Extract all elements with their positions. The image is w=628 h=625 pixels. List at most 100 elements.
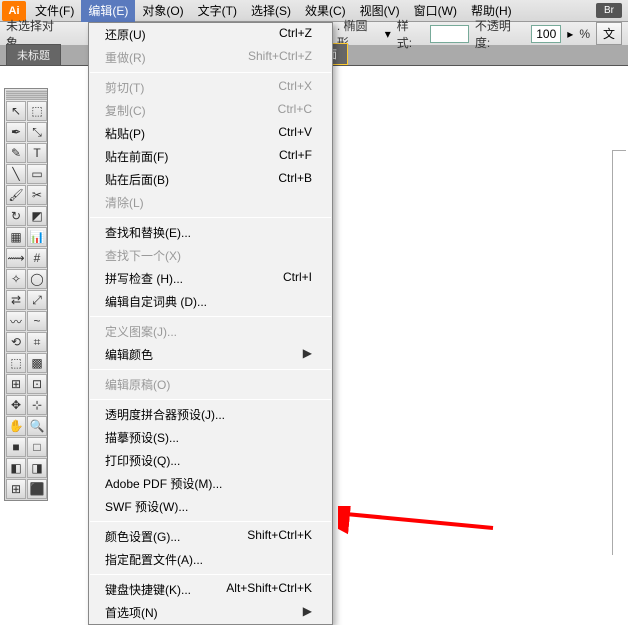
- tool-33[interactable]: □: [27, 437, 47, 457]
- menu-entry-shortcut: Shift+Ctrl+Z: [248, 49, 312, 66]
- percent-label: %: [579, 27, 590, 41]
- menu-entry-shortcut: Ctrl+B: [278, 171, 312, 188]
- menu-entry-11: 查找下一个(X): [89, 244, 332, 267]
- edit-menu-dropdown: 还原(U)Ctrl+Z 重做(R) Shift+Ctrl+Z 剪切(T)Ctrl+X 复…: [88, 22, 333, 625]
- menu-entry-23[interactable]: Adobe PDF 预设(M)...: [89, 472, 332, 495]
- menu-entry-0[interactable]: 还原(U)Ctrl+Z: [89, 23, 332, 46]
- menu-separator: [90, 574, 331, 575]
- tool-8[interactable]: 🖌: [6, 185, 26, 205]
- tool-9[interactable]: ✂: [27, 185, 47, 205]
- menu-separator: [90, 72, 331, 73]
- menu-entry-10[interactable]: 查找和替换(E)...: [89, 221, 332, 244]
- menu-entry-24[interactable]: SWF 预设(W)...: [89, 495, 332, 518]
- menu-entry-27[interactable]: 指定配置文件(A)...: [89, 548, 332, 571]
- menu-entry-shortcut: Ctrl+I: [283, 270, 312, 287]
- tool-26[interactable]: ⊞: [6, 374, 26, 394]
- menu-separator: [90, 399, 331, 400]
- menu-entry-shortcut: Ctrl+V: [278, 125, 312, 142]
- menu-entry-5[interactable]: 粘贴(P)Ctrl+V: [89, 122, 332, 145]
- menu-entry-18: 编辑原稿(O): [89, 373, 332, 396]
- menu-separator: [90, 316, 331, 317]
- tool-1[interactable]: ⬚: [27, 101, 47, 121]
- tool-25[interactable]: ▩: [27, 353, 47, 373]
- menu-entry-29[interactable]: 键盘快捷键(K)...Alt+Shift+Ctrl+K: [89, 578, 332, 601]
- tool-20[interactable]: 〰: [6, 311, 26, 331]
- tool-23[interactable]: ⌗: [27, 332, 47, 352]
- tool-28[interactable]: ✥: [6, 395, 26, 415]
- toolbox-handle[interactable]: [6, 90, 47, 100]
- menu-entry-label: 键盘快捷键(K)...: [105, 581, 191, 598]
- menu-entry-22[interactable]: 打印预设(Q)...: [89, 449, 332, 472]
- annotation-arrow: [338, 506, 498, 540]
- menu-entry-label: 查找下一个(X): [105, 247, 181, 264]
- style-dropdown[interactable]: [430, 25, 469, 43]
- tool-12[interactable]: ▦: [6, 227, 26, 247]
- menu-entry-label: 编辑自定词典 (D)...: [105, 293, 207, 310]
- style-label: 样式:: [397, 17, 424, 51]
- menu-entry-7[interactable]: 贴在后面(B)Ctrl+B: [89, 168, 332, 191]
- tool-31[interactable]: 🔍: [27, 416, 47, 436]
- tool-7[interactable]: ▭: [27, 164, 47, 184]
- tool-2[interactable]: ✒: [6, 122, 26, 142]
- tool-14[interactable]: ⟿: [6, 248, 26, 268]
- tool-32[interactable]: ■: [6, 437, 26, 457]
- tool-30[interactable]: ✋: [6, 416, 26, 436]
- menu-entry-3: 剪切(T)Ctrl+X: [89, 76, 332, 99]
- menu-separator: [90, 217, 331, 218]
- tool-34[interactable]: ◧: [6, 458, 26, 478]
- submenu-arrow-icon: ▶: [303, 346, 312, 363]
- menu-entry-12[interactable]: 拼写检查 (H)...Ctrl+I: [89, 267, 332, 290]
- menu-entry-label: 贴在前面(F): [105, 148, 168, 165]
- menu-entry-label: 清除(L): [105, 194, 144, 211]
- menu-entry-26[interactable]: 颜色设置(G)...Shift+Ctrl+K: [89, 525, 332, 548]
- tool-4[interactable]: ✎: [6, 143, 26, 163]
- document-tab[interactable]: 未标题: [6, 44, 61, 65]
- menu-entry-shortcut: Ctrl+Z: [279, 26, 312, 43]
- menu-entry-21[interactable]: 描摹预设(S)...: [89, 426, 332, 449]
- tool-36[interactable]: ⊞: [6, 479, 26, 499]
- menu-entry-label: 重做(R): [105, 49, 146, 66]
- menu-item-2[interactable]: 对象(O): [135, 0, 190, 22]
- menu-item-3[interactable]: 文字(T): [191, 0, 244, 22]
- tool-24[interactable]: ⬚: [6, 353, 26, 373]
- menu-entry-6[interactable]: 贴在前面(F) Ctrl+F: [89, 145, 332, 168]
- menu-item-4[interactable]: 选择(S): [244, 0, 298, 22]
- menu-item-1[interactable]: 编辑(E): [81, 0, 135, 22]
- tool-27[interactable]: ⊡: [27, 374, 47, 394]
- tool-10[interactable]: ↻: [6, 206, 26, 226]
- tool-19[interactable]: ⤢: [27, 290, 47, 310]
- menu-entry-20[interactable]: 透明度拼合器预设(J)...: [89, 403, 332, 426]
- text-button[interactable]: 文: [596, 22, 622, 45]
- tool-35[interactable]: ◨: [27, 458, 47, 478]
- opacity-input[interactable]: 100: [531, 25, 561, 43]
- tool-6[interactable]: ╲: [6, 164, 26, 184]
- tool-37[interactable]: ⬛: [27, 479, 47, 499]
- menu-entry-label: 复制(C): [105, 102, 146, 119]
- menubar: Ai 文件(F)编辑(E)对象(O)文字(T)选择(S)效果(C)视图(V)窗口…: [0, 0, 628, 22]
- menu-entry-16[interactable]: 编辑颜色▶: [89, 343, 332, 366]
- tool-22[interactable]: ⟲: [6, 332, 26, 352]
- tool-3[interactable]: ⤡: [27, 122, 47, 142]
- tool-0[interactable]: ↖: [6, 101, 26, 121]
- tool-21[interactable]: ~: [27, 311, 47, 331]
- menu-entry-shortcut: Ctrl+F: [279, 148, 312, 165]
- menu-entry-15: 定义图案(J)...: [89, 320, 332, 343]
- tool-18[interactable]: ⇄: [6, 290, 26, 310]
- menu-entry-label: 指定配置文件(A)...: [105, 551, 203, 568]
- chevron-down-icon[interactable]: ▾: [385, 27, 391, 41]
- menu-entry-label: 定义图案(J)...: [105, 323, 177, 340]
- tool-13[interactable]: 📊: [27, 227, 47, 247]
- tool-29[interactable]: ⊹: [27, 395, 47, 415]
- tool-15[interactable]: #: [27, 248, 47, 268]
- menu-separator: [90, 369, 331, 370]
- menu-entry-label: SWF 预设(W)...: [105, 498, 188, 515]
- opacity-label: 不透明度:: [475, 17, 525, 51]
- tool-5[interactable]: T: [27, 143, 47, 163]
- menu-entry-13[interactable]: 编辑自定词典 (D)...: [89, 290, 332, 313]
- tool-11[interactable]: ◩: [27, 206, 47, 226]
- menu-entry-30[interactable]: 首选项(N)▶: [89, 601, 332, 624]
- tool-16[interactable]: ✧: [6, 269, 26, 289]
- opacity-stepper[interactable]: ▸: [567, 27, 573, 41]
- tool-17[interactable]: ◯: [27, 269, 47, 289]
- bridge-badge[interactable]: Br: [596, 3, 622, 18]
